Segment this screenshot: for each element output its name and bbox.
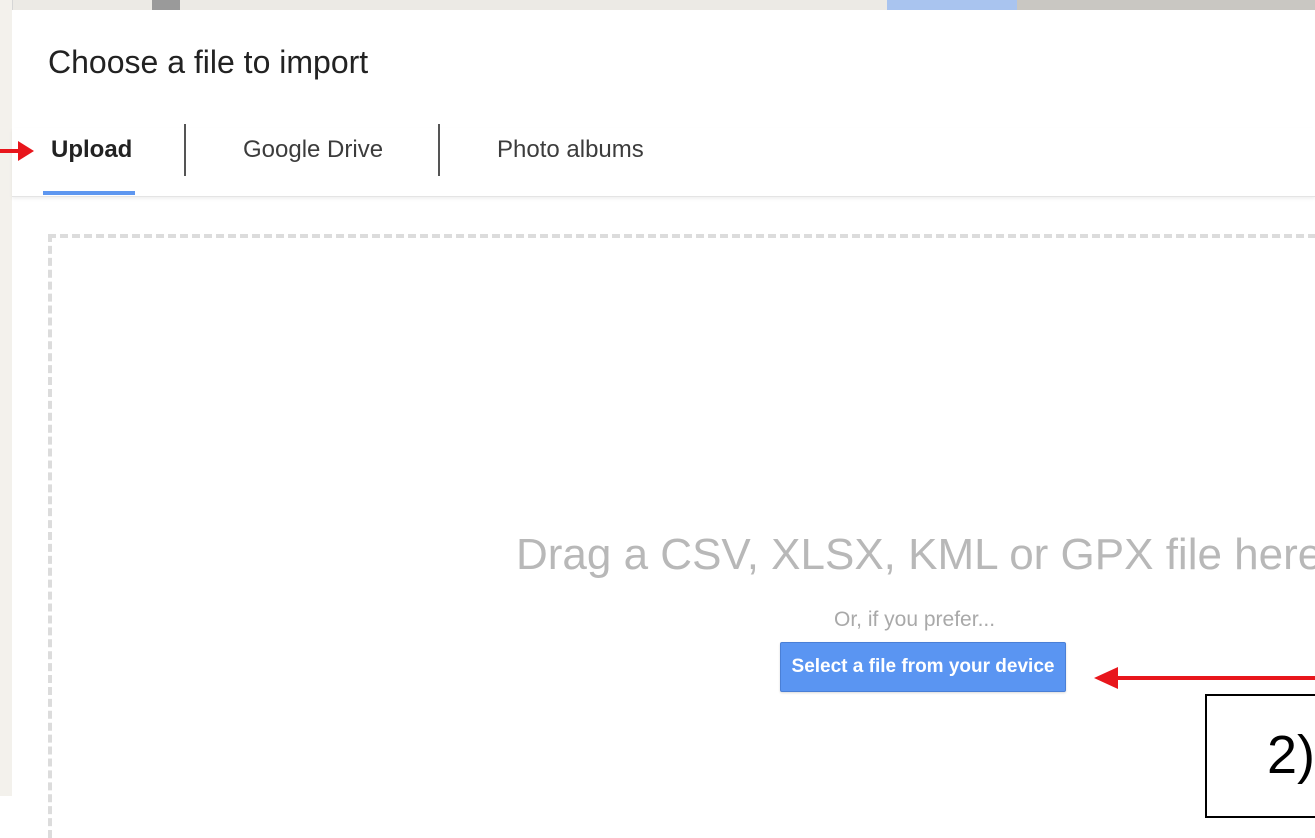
tab-upload[interactable]: Upload [51,128,132,196]
step-label: 2) [1267,725,1315,785]
active-tab-indicator [43,191,135,195]
background-map-fragment [152,0,180,10]
background-map-fragment [1017,0,1315,10]
tab-google-drive[interactable]: Google Drive [243,128,383,196]
dialog-title: Choose a file to import [48,44,369,80]
drop-instructions: Drag a CSV, XLSX, KML or GPX file here [516,530,1315,579]
tab-divider [184,124,186,176]
annotation-arrow-icon [1094,667,1315,689]
tab-divider [438,124,440,176]
tab-photo-albums[interactable]: Photo albums [497,128,644,196]
background-map-strip [0,0,1315,10]
annotation-callout: 2) [1205,694,1315,818]
select-file-button[interactable]: Select a file from your device [780,642,1066,692]
background-map-fragment [887,0,1017,10]
annotation-arrow-icon [0,141,34,161]
tab-bar: Upload Google Drive Photo albums [12,124,1315,197]
alternative-text: Or, if you prefer... [834,608,996,631]
